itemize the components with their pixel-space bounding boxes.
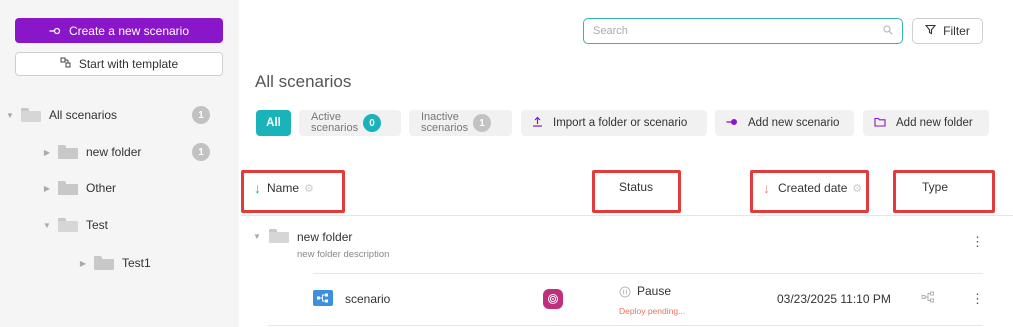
scenario-link-icon: [49, 24, 61, 38]
tree-item-test1[interactable]: ▶ Test1: [78, 253, 151, 273]
tab-all[interactable]: All: [256, 110, 291, 136]
pause-icon: [619, 285, 631, 303]
tree-item-other[interactable]: ▶ Other: [42, 178, 116, 198]
page-title: All scenarios: [255, 72, 352, 91]
status-note: Deploy pending...: [619, 306, 686, 316]
highlight-box-name: [241, 170, 345, 213]
more-options-icon[interactable]: ⋮: [971, 292, 984, 305]
start-with-template-label: Start with template: [78, 57, 179, 71]
status-text: Pause: [637, 284, 672, 298]
start-with-template-button[interactable]: Start with template: [15, 52, 223, 76]
sidebar: Create a new scenario Start with templat…: [0, 0, 239, 327]
tree-label: Test: [86, 218, 109, 232]
add-scenario-button[interactable]: Add new scenario: [715, 110, 854, 136]
search-placeholder: Search: [593, 25, 628, 37]
tree-label: Other: [86, 181, 117, 195]
folder-open-icon: [269, 229, 289, 243]
tab-label: Inactive scenarios: [421, 112, 468, 134]
more-options-icon[interactable]: ⋮: [971, 235, 984, 248]
type-flow-icon: [921, 290, 935, 308]
tree-count-badge: 1: [192, 143, 210, 161]
folder-name: new folder: [297, 230, 353, 244]
filter-label: Filter: [943, 24, 970, 38]
caret-down-icon[interactable]: ▼: [42, 221, 52, 230]
scenario-flow-icon: [313, 290, 333, 306]
filter-button[interactable]: Filter: [912, 18, 983, 44]
tree-label: new folder: [86, 145, 142, 159]
create-scenario-button[interactable]: Create a new scenario: [15, 18, 223, 43]
tab-label: Active scenarios: [311, 112, 358, 134]
tree-item-all-scenarios[interactable]: ▼ All scenarios: [5, 105, 117, 125]
template-icon: [60, 57, 71, 71]
import-label: Import a folder or scenario: [553, 117, 688, 129]
upload-icon: [532, 116, 543, 130]
scenario-name: scenario: [345, 292, 391, 306]
scenario-link-icon: [726, 117, 738, 129]
search-input[interactable]: Search: [583, 18, 903, 44]
inactive-count-badge: 1: [473, 114, 492, 132]
header-divider: [240, 215, 1013, 216]
folder-open-icon: [58, 218, 78, 232]
tab-label-line2: scenarios: [421, 122, 469, 134]
app: Create a new scenario Start with templat…: [0, 0, 1013, 327]
trigger-app-icon: [543, 289, 563, 309]
create-scenario-label: Create a new scenario: [68, 23, 190, 38]
caret-right-icon[interactable]: ▶: [42, 148, 52, 157]
caret-down-icon[interactable]: ▼: [5, 111, 15, 120]
add-folder-button[interactable]: Add new folder: [863, 110, 989, 136]
folder-icon: [94, 256, 114, 270]
tab-active-scenarios[interactable]: Active scenarios 0: [299, 110, 401, 136]
folder-icon: [58, 181, 78, 195]
tree-label: All scenarios: [49, 108, 118, 122]
add-folder-label: Add new folder: [896, 117, 973, 129]
caret-right-icon[interactable]: ▶: [78, 259, 88, 268]
filter-icon: [924, 24, 937, 38]
tab-inactive-scenarios[interactable]: Inactive scenarios 1: [409, 110, 512, 136]
tree-item-test[interactable]: ▼ Test: [42, 215, 108, 235]
tree-count-badge: 1: [192, 106, 210, 124]
folder-outline-icon: [874, 117, 886, 130]
caret-right-icon[interactable]: ▶: [42, 184, 52, 193]
created-date: 03/23/2025 11:10 PM: [777, 292, 891, 306]
tab-label-line2: scenarios: [311, 122, 359, 134]
folder-description: new folder description: [297, 249, 390, 260]
caret-down-icon[interactable]: ▼: [252, 232, 262, 241]
active-count-badge: 0: [363, 114, 382, 132]
highlight-box-status: [592, 170, 681, 213]
highlight-box-type: [893, 170, 995, 213]
search-icon: [883, 24, 893, 38]
tree-item-new-folder[interactable]: ▶ new folder: [42, 142, 141, 162]
row-divider: [313, 273, 983, 274]
folder-open-icon: [21, 108, 41, 122]
folder-icon: [58, 145, 78, 159]
row-divider: [268, 325, 983, 326]
highlight-box-created-date: [750, 170, 869, 213]
add-scenario-label: Add new scenario: [748, 117, 840, 129]
import-button[interactable]: Import a folder or scenario: [521, 110, 707, 136]
tree-label: Test1: [122, 256, 151, 270]
